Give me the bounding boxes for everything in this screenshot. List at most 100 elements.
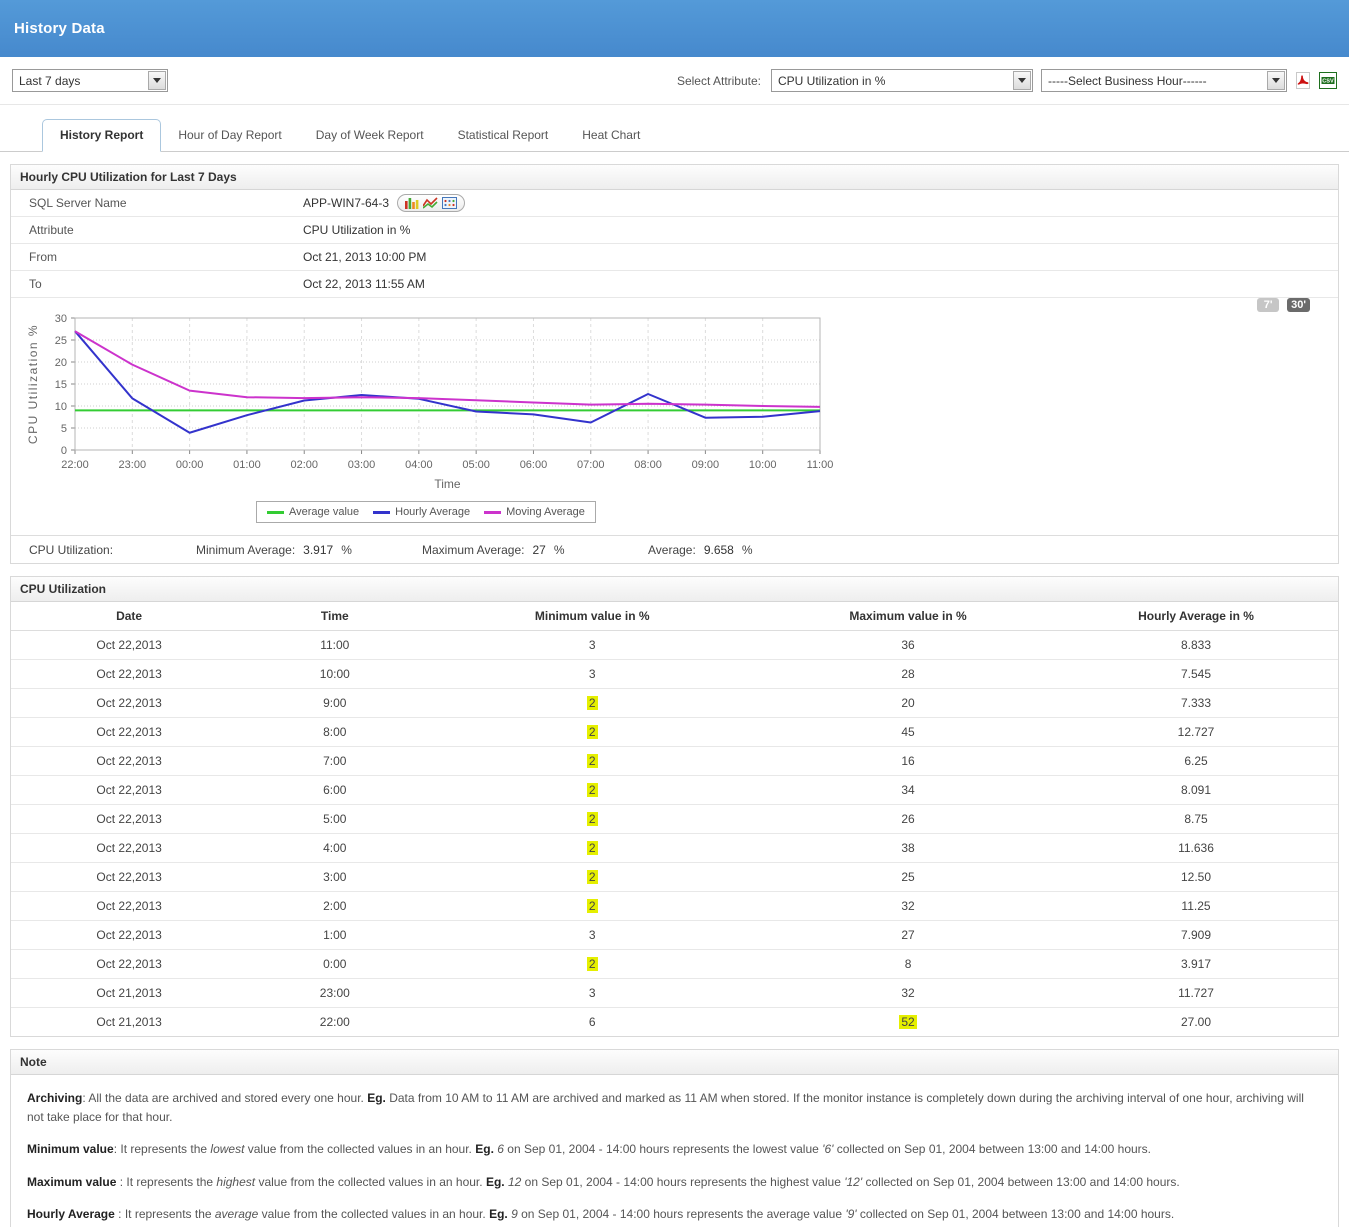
table-cell: 6:00	[247, 776, 422, 805]
table-cell: 8.833	[1054, 631, 1338, 660]
business-hour-select-value: -----Select Business Hour------	[1048, 74, 1207, 88]
table-row: Oct 22,20130:00283.917	[11, 950, 1338, 979]
tab-day-of-week-report[interactable]: Day of Week Report	[299, 120, 441, 151]
chart-legend: Average valueHourly AverageMoving Averag…	[256, 501, 596, 523]
table-cell: 11.25	[1054, 892, 1338, 921]
table-row: Oct 22,20132:0023211.25	[11, 892, 1338, 921]
line-chart-icon[interactable]	[423, 197, 438, 209]
attribute-select[interactable]: CPU Utilization in %	[771, 69, 1033, 92]
table-cell: Oct 22,2013	[11, 863, 247, 892]
column-header: Hourly Average in %	[1054, 602, 1338, 631]
attribute-value: CPU Utilization in %	[303, 223, 410, 237]
table-row: Oct 22,20134:0023811.636	[11, 834, 1338, 863]
table-cell: 11.636	[1054, 834, 1338, 863]
table-cell: Oct 22,2013	[11, 950, 247, 979]
table-cell: 11:00	[247, 631, 422, 660]
from-value: Oct 21, 2013 10:00 PM	[303, 250, 426, 264]
table-cell: Oct 22,2013	[11, 747, 247, 776]
legend-swatch	[484, 511, 501, 514]
table-cell: 5:00	[247, 805, 422, 834]
table-cell: 2	[422, 718, 762, 747]
cpu-utilization-table-panel: CPU Utilization DateTimeMinimum value in…	[10, 576, 1339, 1037]
table-cell: 7.545	[1054, 660, 1338, 689]
table-cell: 2	[422, 834, 762, 863]
stat-avg-value: 9.658	[704, 543, 734, 557]
zoom-7-days-button[interactable]: 7'	[1257, 298, 1279, 312]
svg-text:06:00: 06:00	[520, 459, 548, 471]
history-line-chart: 05101520253022:0023:0000:0001:0002:0003:…	[25, 306, 837, 496]
table-cell: 6	[422, 1008, 762, 1037]
to-value: Oct 22, 2013 11:55 AM	[303, 277, 425, 291]
field-label: From	[11, 250, 303, 264]
field-row-to: To Oct 22, 2013 11:55 AM	[11, 271, 1338, 298]
svg-text:22:00: 22:00	[61, 459, 89, 471]
table-cell: 12.727	[1054, 718, 1338, 747]
tab-history-report[interactable]: History Report	[42, 119, 161, 152]
svg-text:08:00: 08:00	[634, 459, 662, 471]
table-cell: 3:00	[247, 863, 422, 892]
export-pdf-icon[interactable]	[1295, 72, 1311, 89]
table-cell: Oct 22,2013	[11, 805, 247, 834]
column-header: Date	[11, 602, 247, 631]
period-select[interactable]: Last 7 days	[12, 69, 168, 92]
table-cell: 10:00	[247, 660, 422, 689]
table-row: Oct 22,20138:0024512.727	[11, 718, 1338, 747]
page-title: History Data	[0, 20, 105, 37]
view-switcher[interactable]	[397, 194, 465, 212]
table-cell: 38	[762, 834, 1054, 863]
business-hour-select[interactable]: -----Select Business Hour------	[1041, 69, 1287, 92]
table-cell: 2	[422, 863, 762, 892]
svg-text:CPU Utilization %: CPU Utilization %	[26, 324, 40, 444]
bar-chart-icon[interactable]	[405, 197, 419, 209]
svg-text:5: 5	[61, 423, 67, 435]
table-cell: 6.25	[1054, 747, 1338, 776]
table-cell: 7.333	[1054, 689, 1338, 718]
table-cell: 8.091	[1054, 776, 1338, 805]
table-cell: 1:00	[247, 921, 422, 950]
app-header: History Data	[0, 0, 1349, 57]
note-paragraph: Hourly Average : It represents the avera…	[27, 1205, 1322, 1224]
stat-maximum-average: Maximum Average: 27 %	[422, 543, 648, 557]
table-cell: Oct 22,2013	[11, 776, 247, 805]
tab-statistical-report[interactable]: Statistical Report	[441, 120, 566, 151]
note-panel: Note Archiving: All the data are archive…	[10, 1049, 1339, 1227]
table-cell: 9:00	[247, 689, 422, 718]
legend-item: Average value	[267, 506, 359, 518]
field-row-from: From Oct 21, 2013 10:00 PM	[11, 244, 1338, 271]
table-cell: 32	[762, 892, 1054, 921]
table-cell: 45	[762, 718, 1054, 747]
export-csv-icon[interactable]: CSV	[1319, 72, 1337, 89]
field-label: To	[11, 277, 303, 291]
tab-heat-chart[interactable]: Heat Chart	[565, 120, 657, 151]
table-cell: 3	[422, 921, 762, 950]
svg-text:04:00: 04:00	[405, 459, 433, 471]
svg-text:01:00: 01:00	[233, 459, 261, 471]
toolbar: Last 7 days Select Attribute: CPU Utiliz…	[0, 57, 1349, 105]
note-paragraph: Minimum value: It represents the lowest …	[27, 1140, 1322, 1159]
field-row-server: SQL Server Name APP-WIN7-64-3	[11, 190, 1338, 217]
table-row: Oct 22,201311:003368.833	[11, 631, 1338, 660]
legend-swatch	[373, 511, 390, 514]
table-cell: 8:00	[247, 718, 422, 747]
table-cell: 34	[762, 776, 1054, 805]
svg-text:07:00: 07:00	[577, 459, 605, 471]
table-cell: Oct 22,2013	[11, 892, 247, 921]
server-name-value: APP-WIN7-64-3	[303, 196, 389, 210]
tab-hour-of-day-report[interactable]: Hour of Day Report	[161, 120, 298, 151]
svg-text:15: 15	[55, 379, 67, 391]
grid-view-icon[interactable]	[442, 197, 457, 209]
chevron-down-icon	[148, 71, 166, 90]
table-title: CPU Utilization	[11, 577, 1338, 602]
svg-text:10:00: 10:00	[749, 459, 777, 471]
history-report-panel: Hourly CPU Utilization for Last 7 Days S…	[10, 164, 1339, 564]
table-cell: 26	[762, 805, 1054, 834]
table-cell: Oct 21,2013	[11, 979, 247, 1008]
table-header-row: DateTimeMinimum value in %Maximum value …	[11, 602, 1338, 631]
field-row-attribute: Attribute CPU Utilization in %	[11, 217, 1338, 244]
table-cell: 8	[762, 950, 1054, 979]
table-cell: 11.727	[1054, 979, 1338, 1008]
zoom-30-days-button[interactable]: 30'	[1287, 298, 1310, 312]
table-row: Oct 21,201322:0065227.00	[11, 1008, 1338, 1037]
field-label: Attribute	[11, 223, 303, 237]
table-cell: Oct 22,2013	[11, 718, 247, 747]
